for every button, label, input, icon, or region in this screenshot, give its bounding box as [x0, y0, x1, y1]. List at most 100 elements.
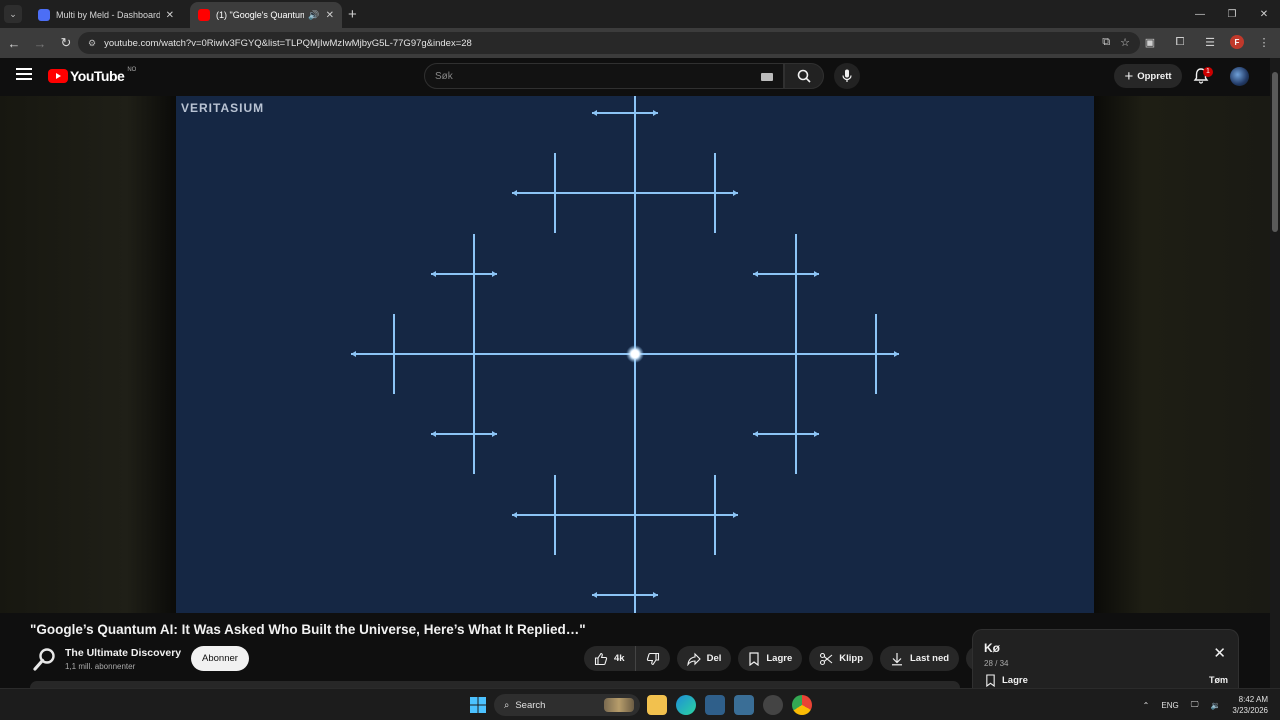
- like-count: 4k: [614, 653, 625, 664]
- account-avatar[interactable]: [1230, 67, 1249, 86]
- arrowhead-mark: [431, 271, 436, 277]
- chrome-icon[interactable]: [792, 695, 812, 715]
- arrowhead-mark: [814, 431, 819, 437]
- notification-badge: 1: [1203, 67, 1213, 77]
- clock-date: 3/23/2026: [1232, 706, 1268, 715]
- profile-avatar[interactable]: F: [1230, 35, 1244, 49]
- browser-toolbar: ← → ↻ ⚙ youtube.com/watch?v=0Riwlv3FGYQ&…: [0, 28, 1280, 58]
- windows-search-box[interactable]: ⌕ Search: [494, 694, 640, 716]
- back-arrow-icon[interactable]: ←: [2, 31, 26, 55]
- snipping-tool-icon[interactable]: [734, 695, 754, 715]
- download-button[interactable]: Last ned: [880, 646, 960, 671]
- channel-magnifier-icon[interactable]: [32, 646, 58, 672]
- clear-queue-button[interactable]: Tøm: [1209, 675, 1228, 685]
- share-button[interactable]: Del: [676, 646, 732, 671]
- close-queue-icon[interactable]: ✕: [1213, 644, 1226, 662]
- arrowhead-mark: [653, 110, 658, 116]
- search-input[interactable]: [435, 70, 735, 82]
- extensions-puzzle-icon[interactable]: ⧠: [1170, 32, 1190, 52]
- youtube-logo[interactable]: YouTube NO: [48, 67, 137, 84]
- search-icon: [797, 69, 811, 83]
- tab-youtube-video[interactable]: (1) "Google's Quantum AI: I 🔊 ✕: [190, 2, 342, 28]
- arrowhead-mark: [733, 512, 738, 518]
- like-button[interactable]: 4k: [584, 646, 635, 671]
- search-box[interactable]: [424, 63, 784, 89]
- arrowhead-mark: [592, 592, 597, 598]
- taskbar-app-icon[interactable]: [705, 695, 725, 715]
- search-button[interactable]: [784, 63, 824, 89]
- minimize-icon[interactable]: —: [1184, 0, 1216, 28]
- save-label: Lagre: [766, 653, 793, 664]
- clock[interactable]: 8:42 AM 3/23/2026: [1232, 694, 1268, 716]
- tab-search-button[interactable]: ⌄: [4, 5, 22, 23]
- language-indicator[interactable]: ENG: [1161, 701, 1178, 710]
- volume-icon[interactable]: 🔉: [1210, 701, 1220, 710]
- arrowhead-mark: [753, 431, 758, 437]
- file-explorer-icon[interactable]: [647, 695, 667, 715]
- close-tab-icon[interactable]: ✕: [166, 10, 174, 21]
- windows-start-icon[interactable]: [468, 695, 488, 715]
- keyboard-icon[interactable]: [761, 73, 773, 81]
- reading-list-icon[interactable]: ☰: [1200, 32, 1220, 52]
- youtube-header: YouTube NO + Opprett 1: [0, 58, 1270, 96]
- arrowhead-mark: [592, 110, 597, 116]
- tray-overflow-icon[interactable]: ⌃: [1143, 701, 1150, 710]
- bookmark-star-icon[interactable]: ☆: [1120, 36, 1130, 49]
- save-button[interactable]: Lagre: [738, 646, 803, 671]
- share-label: Del: [706, 653, 722, 664]
- video-player[interactable]: VERITASIUM: [176, 96, 1094, 613]
- thumbs-down-icon: [646, 652, 659, 665]
- video-frame-fractal: [351, 96, 899, 613]
- scrollbar-thumb[interactable]: [1272, 72, 1278, 232]
- bookmark-icon: [749, 651, 759, 666]
- clip-label: Klipp: [839, 653, 863, 664]
- subscriber-count: 1,1 mill. abonnenter: [65, 662, 136, 671]
- install-app-icon[interactable]: ⧉: [1102, 36, 1110, 49]
- address-bar[interactable]: ⚙ youtube.com/watch?v=0Riwlv3FGYQ&list=T…: [78, 32, 1140, 54]
- microphone-icon: [842, 69, 852, 82]
- clip-button[interactable]: Klipp: [809, 646, 873, 671]
- scissors-icon: [820, 652, 833, 665]
- queue-save-label: Lagre: [1002, 675, 1028, 686]
- country-code: NO: [127, 67, 137, 73]
- site-info-icon[interactable]: ⚙: [88, 38, 96, 49]
- youtube-favicon-icon: [198, 9, 210, 21]
- browser-menu-icon[interactable]: ⋮: [1254, 32, 1274, 52]
- tab-meld-dashboard[interactable]: Multi by Meld - Dashboard. ✕: [30, 2, 182, 28]
- edge-browser-icon[interactable]: [676, 695, 696, 715]
- reload-icon[interactable]: ↻: [54, 31, 78, 55]
- windows-search-label: Search: [515, 699, 546, 711]
- tab-title: (1) "Google's Quantum AI: I: [216, 10, 305, 20]
- arrowhead-mark: [351, 351, 356, 357]
- speaker-icon[interactable]: 🔊: [308, 10, 319, 21]
- taskbar-app-with-badge-icon[interactable]: [763, 695, 783, 715]
- arrowhead-mark: [492, 431, 497, 437]
- windows-taskbar: ⌕ Search ⌃ ENG 🖵 🔉 8:42 AM 3/23/2026: [0, 688, 1280, 720]
- network-icon[interactable]: 🖵: [1191, 700, 1199, 710]
- channel-name[interactable]: The Ultimate Discovery: [65, 647, 181, 659]
- voice-search-button[interactable]: [834, 63, 860, 89]
- guide-menu-icon[interactable]: [16, 68, 32, 82]
- plus-icon: +: [1124, 67, 1134, 85]
- close-window-icon[interactable]: ✕: [1248, 0, 1280, 28]
- tab-title: Multi by Meld - Dashboard.: [56, 10, 160, 20]
- create-button[interactable]: + Opprett: [1114, 64, 1182, 88]
- forward-arrow-icon[interactable]: →: [28, 31, 52, 55]
- restore-icon[interactable]: ❐: [1216, 0, 1248, 28]
- page-scrollbar[interactable]: [1270, 58, 1280, 688]
- subscribe-button[interactable]: Abonner: [191, 646, 249, 671]
- clock-time: 8:42 AM: [1238, 695, 1268, 704]
- url-text[interactable]: youtube.com/watch?v=0Riwlv3FGYQ&list=TLP…: [104, 38, 472, 49]
- new-tab-button[interactable]: +: [348, 6, 357, 23]
- queue-title: Kø: [984, 641, 1000, 655]
- download-label: Last ned: [910, 653, 950, 664]
- arrowhead-mark: [894, 351, 899, 357]
- arrowhead-mark: [814, 271, 819, 277]
- share-arrow-icon: [686, 652, 701, 666]
- create-label: Opprett: [1137, 70, 1172, 82]
- description-box[interactable]: [30, 681, 960, 688]
- extension-app-icon[interactable]: ▣: [1140, 32, 1160, 52]
- save-queue-button[interactable]: Lagre: [985, 674, 1028, 687]
- dislike-button[interactable]: [634, 646, 670, 671]
- close-tab-icon[interactable]: ✕: [326, 10, 334, 21]
